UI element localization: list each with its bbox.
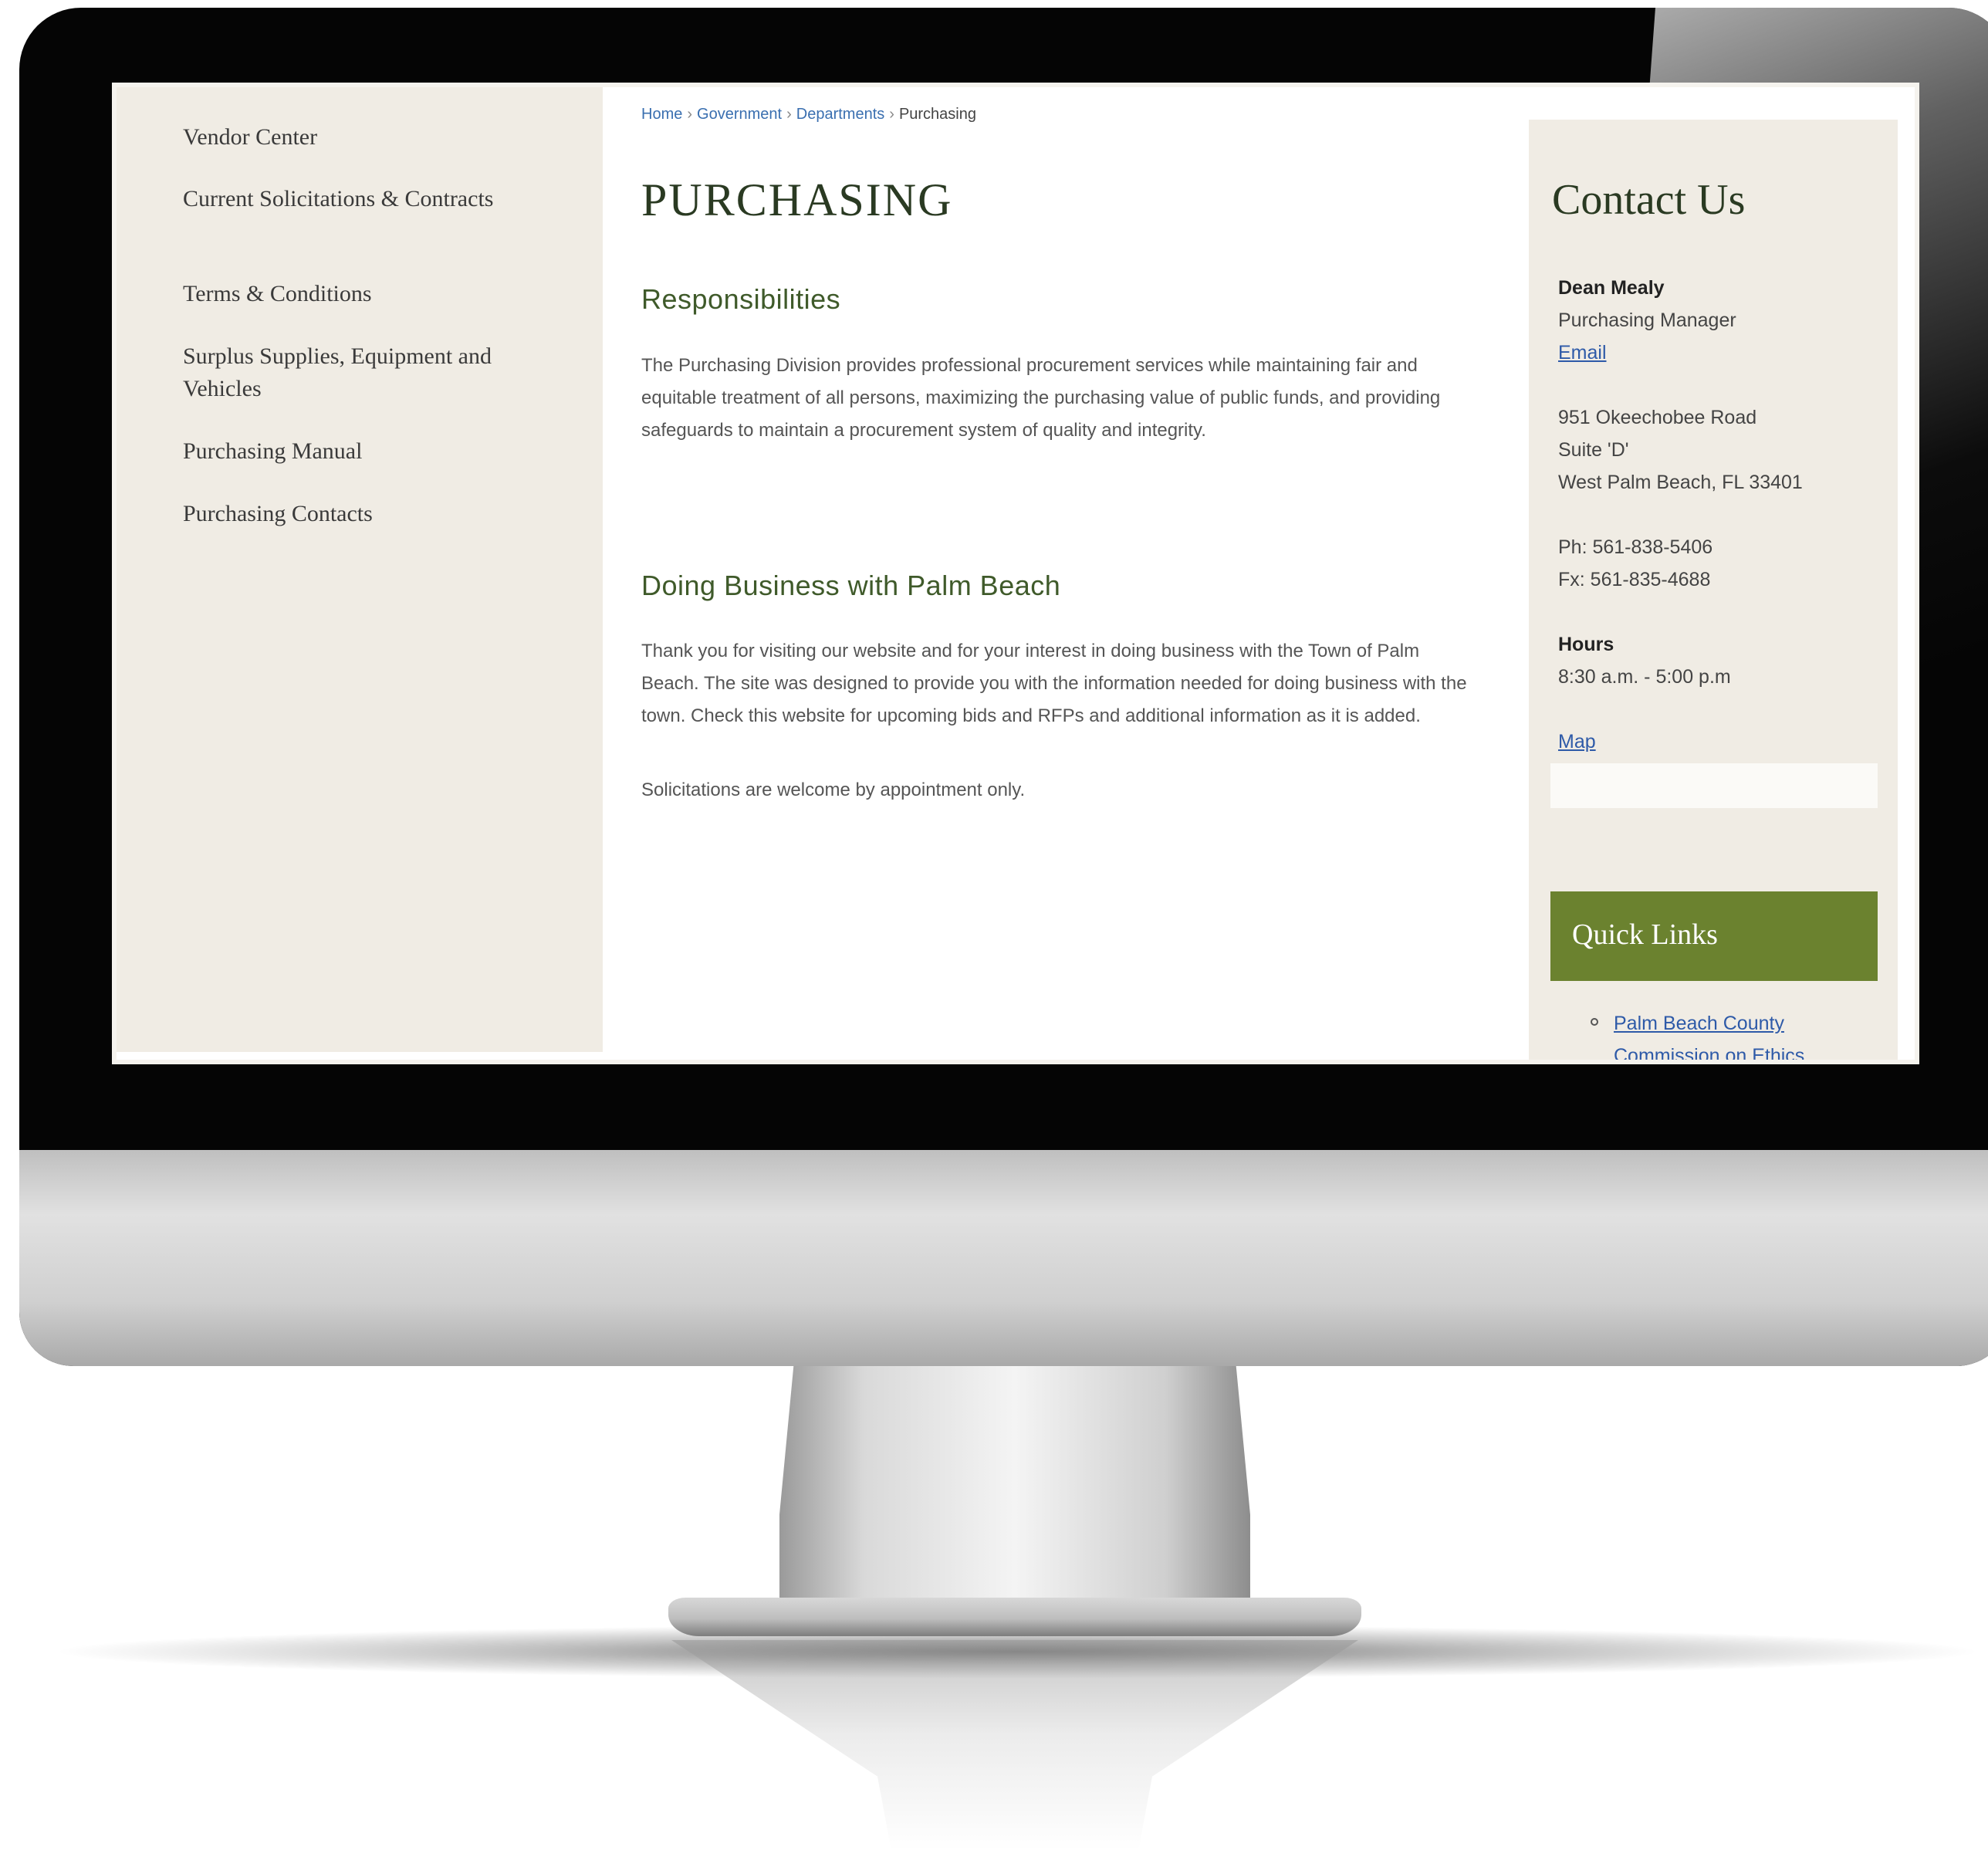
list-bullet-icon — [1591, 1018, 1598, 1026]
sidebar-nav: Vendor Center Current Solicitations & Co… — [117, 87, 603, 1052]
sidebar-item-purchasing-contacts[interactable]: Purchasing Contacts — [183, 498, 546, 530]
solicitations-paragraph: Solicitations are welcome by appointment… — [641, 780, 1026, 800]
email-link[interactable]: Email — [1558, 342, 1607, 364]
breadcrumb-government-link[interactable]: Government — [697, 106, 782, 123]
map-embed-placeholder — [1550, 763, 1878, 808]
breadcrumb-separator: › — [889, 106, 894, 123]
map-row: Map — [1558, 731, 1596, 753]
hours-value: 8:30 a.m. - 5:00 p.m — [1558, 666, 1731, 688]
monitor-screen: Vendor Center Current Solicitations & Co… — [112, 83, 1919, 1064]
doing-business-paragraph: Thank you for visiting our website and f… — [641, 641, 1467, 726]
breadcrumb-separator: › — [687, 106, 693, 123]
contact-fax: Fx: 561-835-4688 — [1558, 569, 1711, 590]
contact-sidebar: Contact Us Dean Mealy Purchasing Manager… — [1529, 120, 1898, 1060]
contact-phone: Ph: 561-838-5406 — [1558, 536, 1713, 558]
breadcrumb-current: Purchasing — [898, 106, 976, 123]
sidebar-item-purchasing-manual[interactable]: Purchasing Manual — [183, 435, 546, 468]
sidebar-item-vendor-center[interactable]: Vendor Center — [183, 121, 546, 154]
monitor-stand-reflection — [671, 1640, 1358, 1850]
address-line-1: 951 Okeechobee Road — [1558, 407, 1757, 428]
breadcrumb: Home › Government › Departments › Purchasing — [641, 106, 976, 123]
sidebar-item-current-solicitations[interactable]: Current Solicitations & Contracts — [183, 183, 546, 215]
breadcrumb-separator: › — [786, 106, 792, 123]
quick-links-title: Quick Links — [1572, 918, 1718, 951]
sidebar-item-surplus-supplies[interactable]: Surplus Supplies, Equipment and Vehicles — [183, 340, 546, 405]
monitor-stand — [779, 1366, 1250, 1636]
breadcrumb-home-link[interactable]: Home — [641, 106, 682, 123]
monitor-chin — [19, 1150, 1988, 1366]
map-link[interactable]: Map — [1558, 731, 1596, 753]
contact-name: Dean Mealy — [1558, 277, 1665, 299]
section-heading-doing-business: Doing Business with Palm Beach — [641, 570, 1061, 601]
sidebar-item-terms-conditions[interactable]: Terms & Conditions — [183, 278, 546, 310]
breadcrumb-departments-link[interactable]: Departments — [796, 106, 885, 123]
contact-role: Purchasing Manager — [1558, 309, 1736, 331]
address-line-2: Suite 'D' — [1558, 439, 1629, 461]
address-line-3: West Palm Beach, FL 33401 — [1558, 472, 1803, 493]
hours-label: Hours — [1558, 634, 1614, 655]
page-title: PURCHASING — [641, 174, 953, 225]
responsibilities-paragraph: The Purchasing Division provides profess… — [641, 355, 1441, 441]
contact-title: Contact Us — [1552, 176, 1746, 224]
contact-email-row: Email — [1558, 342, 1607, 364]
main-content: Home › Government › Departments › Purchasing P… — [603, 87, 1637, 1060]
quick-link-palm-beach-ethics[interactable]: Palm Beach County Commission on Ethics — [1614, 1007, 1861, 1060]
monitor-stand-base — [668, 1598, 1361, 1636]
quick-links-header: Quick Links — [1550, 891, 1878, 981]
section-heading-responsibilities: Responsibilities — [641, 283, 841, 315]
